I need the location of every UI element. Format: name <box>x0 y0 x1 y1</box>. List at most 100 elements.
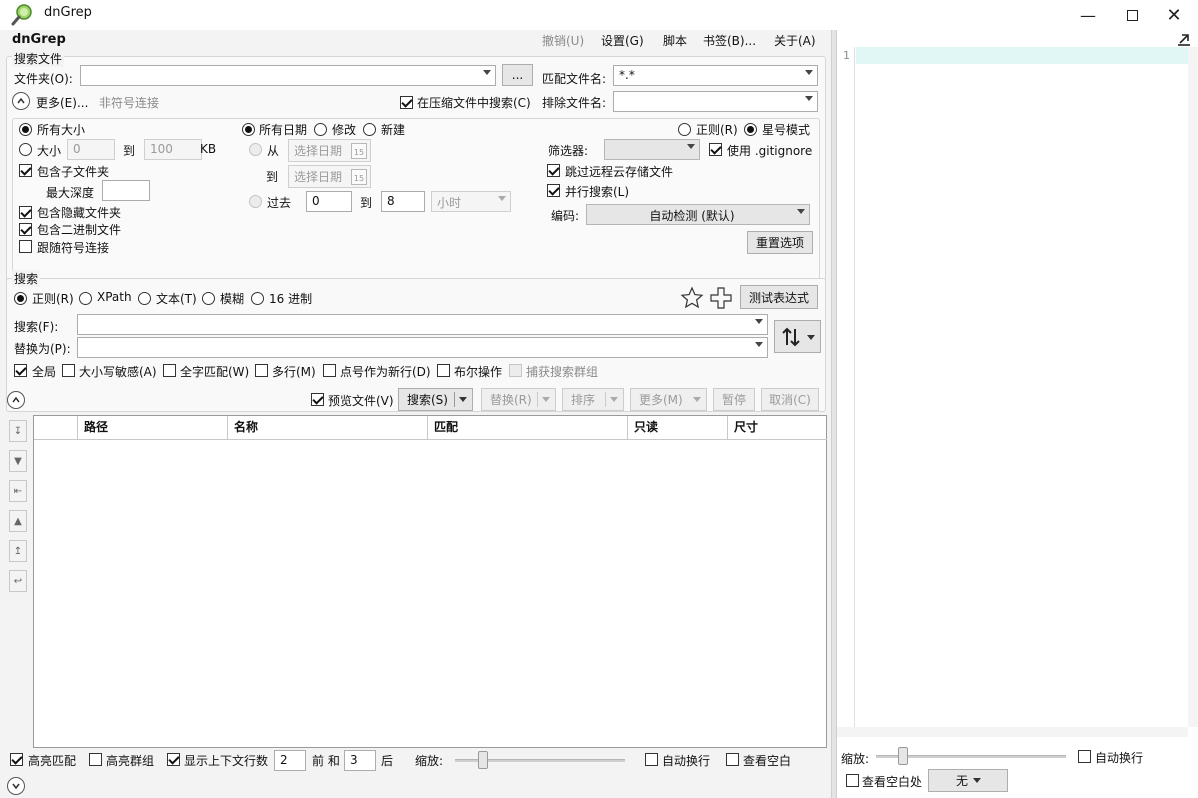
preview-whitespace-checkbox[interactable] <box>846 774 859 787</box>
expand-bottom-button[interactable] <box>7 777 25 795</box>
size-radio[interactable] <box>19 143 32 156</box>
search-type-text-radio[interactable] <box>138 292 151 305</box>
size-to-input[interactable]: 100 <box>144 139 202 160</box>
flag-multiline-checkbox[interactable] <box>255 364 268 377</box>
collapse-search-button[interactable] <box>7 391 25 409</box>
past-to-input[interactable]: 8 <box>381 191 425 212</box>
preview-zoom-slider-thumb[interactable] <box>898 747 908 765</box>
search-button[interactable]: 搜索(S) <box>398 388 473 411</box>
close-button[interactable]: ✕ <box>1154 0 1194 30</box>
modified-radio[interactable] <box>314 123 327 136</box>
next-match-button[interactable]: ▼ <box>9 450 27 472</box>
column-header-path[interactable]: 路径 <box>78 416 228 440</box>
last-match-button[interactable]: ⇤ <box>9 480 27 502</box>
reset-options-button[interactable]: 重置选项 <box>747 231 813 254</box>
time-unit-select[interactable]: 小时 <box>431 191 511 212</box>
flag-boolean-checkbox[interactable] <box>437 364 450 377</box>
replace-input[interactable] <box>77 337 768 358</box>
exclude-filename-input[interactable] <box>613 91 818 112</box>
preview-file-checkbox[interactable] <box>311 393 324 406</box>
show-context-checkbox[interactable] <box>167 753 180 766</box>
date-to-picker[interactable]: 选择日期 15 <box>288 165 371 188</box>
menu-bookmarks[interactable]: 书签(B)... <box>703 32 756 49</box>
search-type-hex-radio[interactable] <box>251 292 264 305</box>
flag-global-checkbox[interactable] <box>14 364 27 377</box>
created-radio[interactable] <box>363 123 376 136</box>
expand-more-button[interactable] <box>12 92 30 110</box>
all-sizes-radio[interactable] <box>19 123 32 136</box>
popout-icon[interactable] <box>1177 32 1191 46</box>
include-hidden-checkbox[interactable] <box>19 206 32 219</box>
return-button[interactable]: ↩ <box>9 570 27 592</box>
context-before-input[interactable]: 2 <box>274 750 306 771</box>
past-radio[interactable] <box>249 195 262 208</box>
zoom-slider-thumb[interactable] <box>478 751 488 769</box>
cancel-button[interactable]: 取消(C) <box>761 388 819 411</box>
results-grid[interactable]: 路径 名称 匹配 只读 尺寸 <box>33 415 827 748</box>
menu-about[interactable]: 关于(A) <box>774 32 816 49</box>
flag-dot-newline-checkbox[interactable] <box>323 364 336 377</box>
flag-case-checkbox[interactable] <box>62 364 75 377</box>
include-binary-checkbox[interactable] <box>19 223 32 236</box>
browse-button[interactable]: ... <box>502 64 533 86</box>
include-subfolders-checkbox[interactable] <box>19 164 32 177</box>
column-header-size[interactable]: 尺寸 <box>728 416 827 440</box>
regex-mode-radio[interactable] <box>678 123 691 136</box>
column-header-match[interactable]: 匹配 <box>428 416 628 440</box>
flag-whole-word-checkbox[interactable] <box>163 364 176 377</box>
star-bookmark-icon[interactable] <box>680 286 704 310</box>
date-from-radio[interactable] <box>249 143 262 156</box>
maximize-button[interactable] <box>1112 0 1152 30</box>
search-type-fuzzy-radio[interactable] <box>202 292 215 305</box>
max-depth-input[interactable] <box>102 180 150 201</box>
highlight-groups-checkbox[interactable] <box>89 753 102 766</box>
search-type-xpath-radio[interactable] <box>79 292 92 305</box>
highlight-matches-checkbox[interactable] <box>10 753 23 766</box>
filter-select[interactable] <box>604 139 700 160</box>
view-whitespace-checkbox[interactable] <box>726 753 739 766</box>
flag-capture-groups-checkbox[interactable] <box>509 364 522 377</box>
minimize-button[interactable]: — <box>1068 0 1108 30</box>
top-match-button[interactable]: ↥ <box>9 540 27 562</box>
first-match-button[interactable]: ↧ <box>9 420 27 442</box>
wildcard-mode-radio[interactable] <box>744 123 757 136</box>
match-filename-input[interactable]: *.* <box>613 65 818 86</box>
menu-undo[interactable]: 撤销(U) <box>542 32 584 49</box>
all-sizes-label: 所有大小 <box>37 123 86 137</box>
date-from-picker[interactable]: 选择日期 15 <box>288 139 371 162</box>
word-wrap-checkbox[interactable] <box>645 753 658 766</box>
menu-scripts[interactable]: 脚本 <box>663 32 687 49</box>
search-input[interactable] <box>77 314 768 335</box>
all-dates-radio[interactable] <box>242 123 255 136</box>
search-archives-checkbox[interactable] <box>400 96 413 109</box>
use-gitignore-checkbox[interactable] <box>709 143 722 156</box>
add-bookmark-icon[interactable] <box>709 286 733 310</box>
more-link[interactable]: 更多(E)... <box>36 94 88 111</box>
parallel-search-checkbox[interactable] <box>547 184 560 197</box>
encoding-select[interactable]: 自动检测 (默认) <box>586 204 810 225</box>
previous-match-button[interactable]: ▲ <box>9 510 27 532</box>
horizontal-scrollbar[interactable] <box>837 727 1188 737</box>
size-from-input[interactable]: 0 <box>67 139 115 160</box>
swap-search-replace-button[interactable] <box>774 320 821 353</box>
column-header-name[interactable]: 名称 <box>228 416 428 440</box>
sort-button[interactable]: 排序 <box>562 388 624 411</box>
vertical-scrollbar[interactable] <box>1188 47 1198 727</box>
syntax-select-button[interactable]: 无 <box>928 769 1008 792</box>
search-type-regex-radio[interactable] <box>14 292 27 305</box>
zoom-label: 缩放: <box>415 754 444 768</box>
preview-editor[interactable] <box>856 47 1188 727</box>
context-after-input[interactable]: 3 <box>344 750 376 771</box>
preview-word-wrap-checkbox[interactable] <box>1078 750 1091 763</box>
replace-button[interactable]: 替换(R) <box>481 388 556 411</box>
more-button[interactable]: 更多(M) <box>630 388 707 411</box>
past-from-input[interactable]: 0 <box>306 191 352 212</box>
test-expression-button[interactable]: 测试表达式 <box>740 285 818 309</box>
menu-settings[interactable]: 设置(G) <box>601 32 644 49</box>
folder-input[interactable] <box>80 65 496 86</box>
pause-button[interactable]: 暂停 <box>713 388 755 411</box>
follow-symlinks-checkbox[interactable] <box>19 240 32 253</box>
include-binary-label: 包含二进制文件 <box>37 223 122 237</box>
column-header-readonly[interactable]: 只读 <box>628 416 728 440</box>
skip-cloud-checkbox[interactable] <box>547 164 560 177</box>
